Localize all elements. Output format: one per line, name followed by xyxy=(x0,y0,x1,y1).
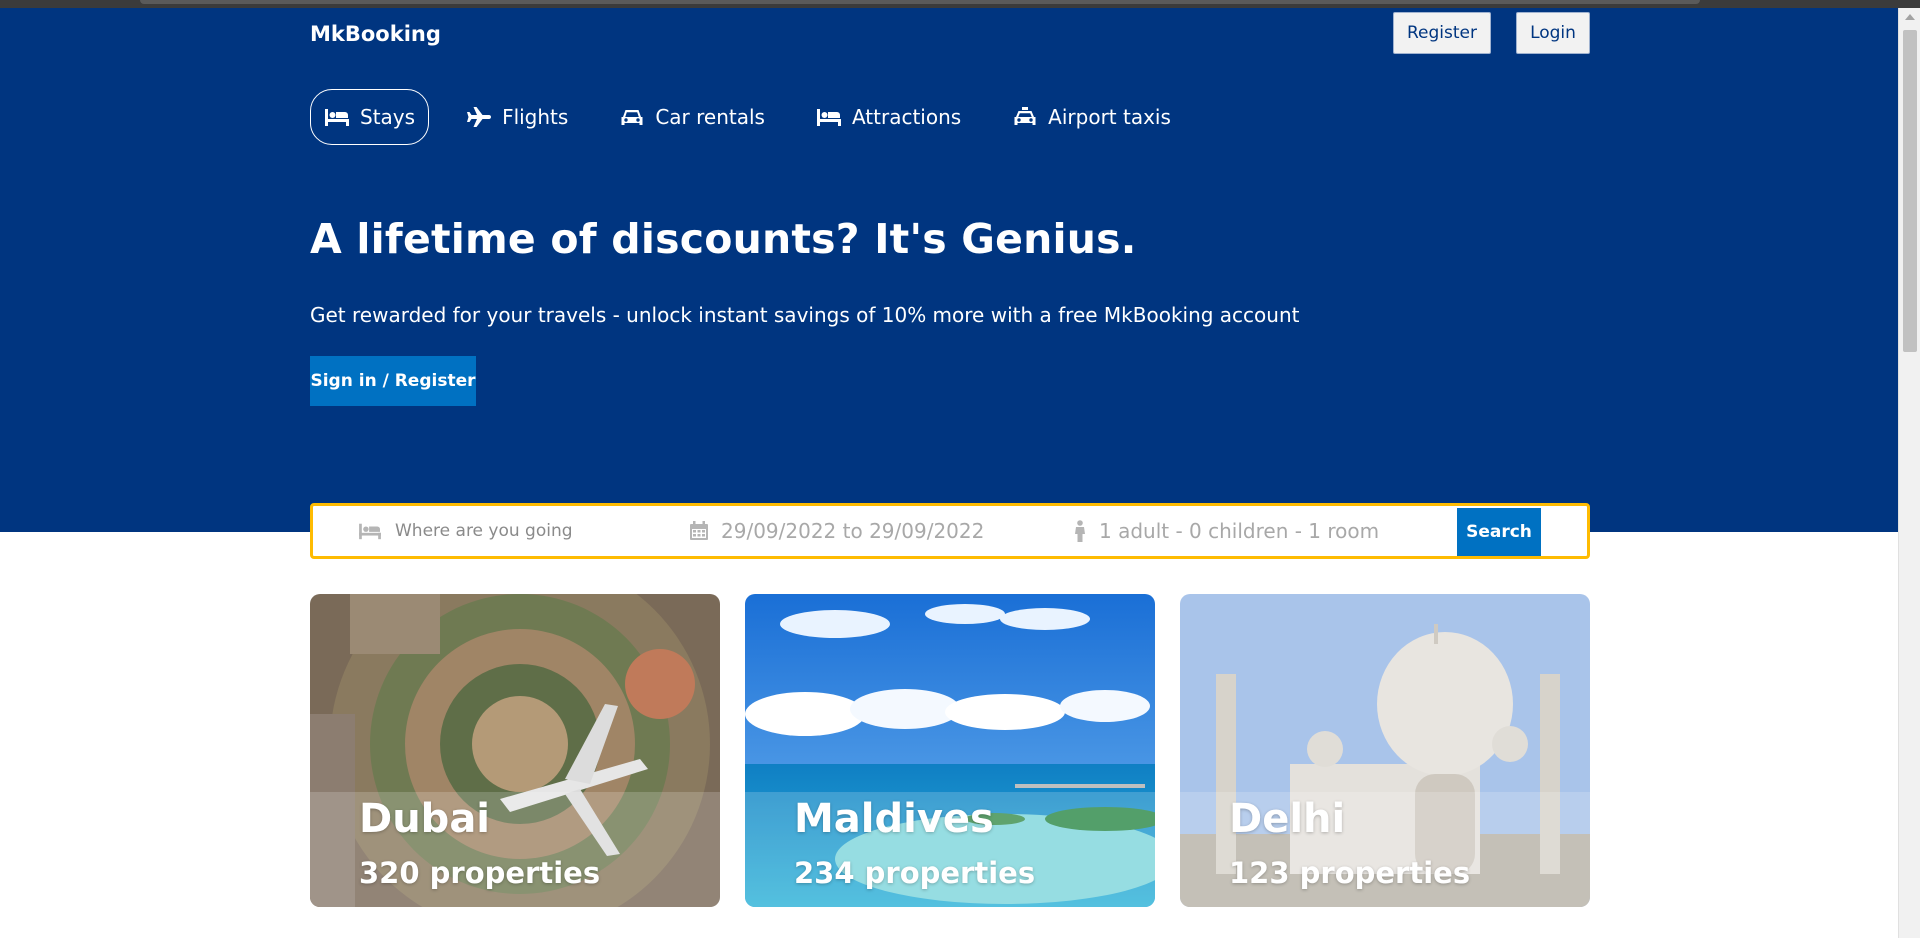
card-city-name: Maldives xyxy=(794,796,994,842)
browser-top-strip xyxy=(0,0,1920,8)
nav-item-label: Attractions xyxy=(851,105,962,129)
calendar-icon xyxy=(690,521,708,540)
car-icon xyxy=(619,106,645,128)
nav-item-label: Car rentals xyxy=(655,105,765,129)
nav-item-flights[interactable]: Flights xyxy=(452,89,582,145)
hero-title: A lifetime of discounts? It's Genius. xyxy=(310,215,1137,263)
nav-item-car-rentals[interactable]: Car rentals xyxy=(605,89,779,145)
destination-card-dubai[interactable]: Dubai 320 properties xyxy=(310,594,720,907)
register-button[interactable]: Register xyxy=(1393,12,1491,54)
card-city-name: Delhi xyxy=(1229,796,1346,842)
destination-card-delhi[interactable]: Delhi 123 properties xyxy=(1180,594,1590,907)
card-property-count: 320 properties xyxy=(359,856,601,890)
sign-in-register-button[interactable]: Sign in / Register xyxy=(310,356,476,406)
hero-subtitle: Get rewarded for your travels - unlock i… xyxy=(310,303,1300,327)
nav-item-label: Flights xyxy=(502,105,569,129)
guests-text: 1 adult - 0 children - 1 room xyxy=(1099,519,1380,543)
nav-item-attractions[interactable]: Attractions xyxy=(802,89,975,145)
card-property-count: 123 properties xyxy=(1229,856,1471,890)
card-property-count: 234 properties xyxy=(794,856,1036,890)
guests-field[interactable]: 1 adult - 0 children - 1 room xyxy=(1073,506,1379,556)
date-range-field[interactable]: 29/09/2022 to 29/09/2022 xyxy=(689,506,984,556)
search-bar: 29/09/2022 to 29/09/2022 1 adult - 0 chi… xyxy=(310,503,1590,559)
site-logo[interactable]: MkBooking xyxy=(310,22,441,46)
page: MkBooking Register Login Stays Flights C… xyxy=(0,0,1920,938)
search-button[interactable]: Search xyxy=(1457,508,1541,556)
scrollbar-thumb[interactable] xyxy=(1903,30,1917,352)
destination-field[interactable] xyxy=(357,506,657,556)
login-button[interactable]: Login xyxy=(1516,12,1590,54)
date-range-text: 29/09/2022 to 29/09/2022 xyxy=(721,519,985,543)
nav-item-stays[interactable]: Stays xyxy=(310,89,430,145)
bed-icon xyxy=(324,106,350,128)
featured-destinations: Dubai 320 properties Maldives 234 proper… xyxy=(310,594,1590,907)
browser-tab-strip xyxy=(140,0,1700,4)
nav-item-label: Airport taxis xyxy=(1048,105,1171,129)
person-icon xyxy=(1075,520,1085,542)
bed-icon xyxy=(359,523,381,540)
hero-section xyxy=(0,8,1898,532)
destination-input[interactable] xyxy=(395,521,635,541)
scroll-up-arrow-icon[interactable] xyxy=(1905,14,1915,20)
bed-icon xyxy=(816,106,842,128)
destination-card-maldives[interactable]: Maldives 234 properties xyxy=(745,594,1155,907)
category-nav: Stays Flights Car rentals Attractions Ai… xyxy=(310,89,1208,145)
nav-item-label: Stays xyxy=(360,105,416,129)
page-scrollbar[interactable] xyxy=(1898,8,1920,938)
taxi-icon xyxy=(1012,106,1038,128)
nav-item-airport-taxis[interactable]: Airport taxis xyxy=(998,89,1185,145)
plane-icon xyxy=(466,106,492,128)
card-city-name: Dubai xyxy=(359,796,491,842)
